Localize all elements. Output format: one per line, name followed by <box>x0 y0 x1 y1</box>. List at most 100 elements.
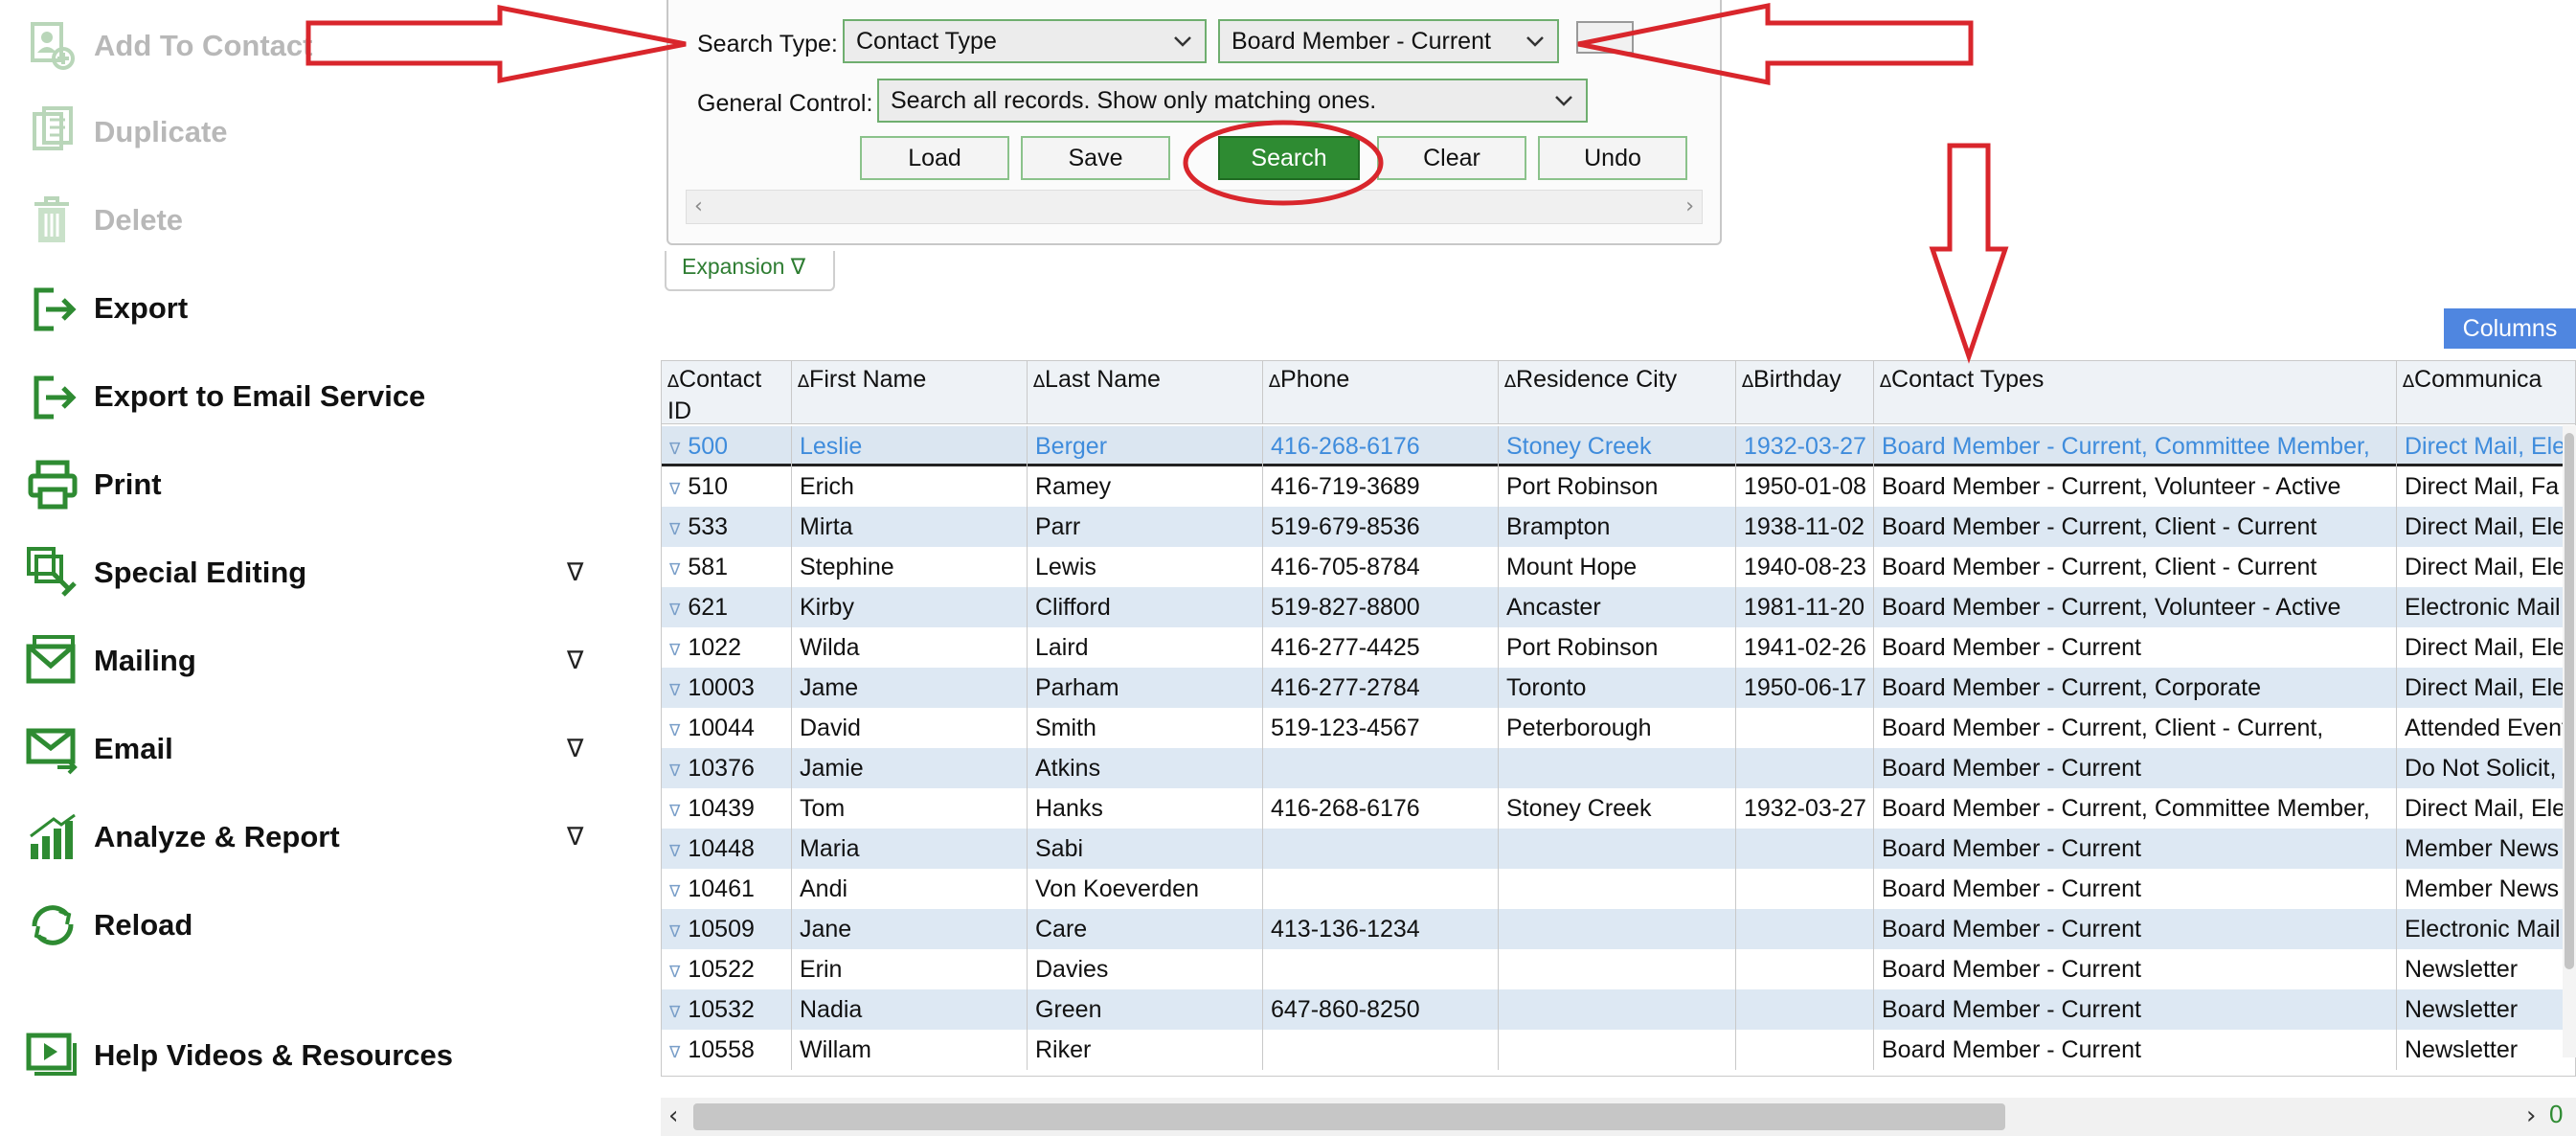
analyze-report-menu[interactable]: Analyze & Report ∇ <box>0 799 613 875</box>
cell-contact-types: Board Member - Current, Volunteer - Acti… <box>1874 587 2397 627</box>
scroll-thumb[interactable] <box>2565 433 2574 969</box>
search-type-select[interactable]: Contact Type <box>843 19 1207 63</box>
chevron-down-icon[interactable]: ∇ <box>567 735 583 763</box>
table-row[interactable]: ∇ 10448 Maria Sabi Board Member - Current Mem… <box>662 829 2575 869</box>
column-header-birthday[interactable]: ∆Birthday <box>1736 361 1874 424</box>
search-button[interactable]: Search <box>1218 136 1360 180</box>
scroll-left-icon[interactable]: ‹ <box>694 194 703 218</box>
column-header-contact-types[interactable]: ∆Contact Types <box>1874 361 2397 424</box>
sort-icon: ∆ <box>1269 372 1281 392</box>
cell-value: Board Member - Current, Committee Member… <box>1882 433 2370 460</box>
row-expand-icon[interactable]: ∇ <box>669 802 680 821</box>
table-row[interactable]: ∇ 581 Stephine Lewis 416-705-8784 Mount Hope 1… <box>662 547 2575 587</box>
expansion-toggle[interactable]: Expansion ∇ <box>665 251 835 291</box>
table-row[interactable]: ∇ 10044 David Smith 519-123-4567 Peterborough… <box>662 708 2575 748</box>
chevron-down-icon <box>1553 80 1574 121</box>
panel-scrollbar[interactable]: ‹ › <box>686 190 1703 224</box>
scroll-thumb[interactable] <box>693 1103 2005 1130</box>
add-to-contact-button[interactable]: Add To Contact <box>0 8 613 84</box>
scroll-left-icon[interactable]: ‹ <box>668 1102 678 1130</box>
cell-last-name: Ramey <box>1028 466 1263 507</box>
column-header-residence-city[interactable]: ∆Residence City <box>1499 361 1736 424</box>
cell-contact-types: Board Member - Current, Client - Current <box>1874 547 2397 587</box>
help-videos-button[interactable]: Help Videos & Resources <box>0 1017 613 1094</box>
table-row[interactable]: ∇ 510 Erich Ramey 416-719-3689 Port Robinson 1… <box>662 466 2575 507</box>
vertical-scrollbar[interactable] <box>2563 425 2576 1057</box>
row-expand-icon[interactable]: ∇ <box>669 440 680 459</box>
cell-value: 10558 <box>688 1036 755 1063</box>
horizontal-scrollbar[interactable]: ‹ › 0 <box>661 1098 2576 1136</box>
cell-value: Direct Mail, Ele <box>2405 795 2566 822</box>
special-editing-menu[interactable]: Special Editing ∇ <box>0 534 613 611</box>
reload-button[interactable]: Reload <box>0 887 613 964</box>
row-expand-icon[interactable]: ∇ <box>669 560 680 579</box>
cell-birthday <box>1736 708 1874 748</box>
duplicate-button[interactable]: Duplicate <box>0 94 613 170</box>
row-expand-icon[interactable]: ∇ <box>669 1003 680 1022</box>
scroll-right-icon[interactable]: › <box>1685 194 1694 218</box>
table-row[interactable]: ∇ 10439 Tom Hanks 416-268-6176 Stoney Creek 19… <box>662 788 2575 829</box>
table-row[interactable]: ∇ 10558 Willam Riker Board Member - Current N… <box>662 1030 2575 1070</box>
table-row[interactable]: ∇ 10376 Jamie Atkins Board Member - Current D… <box>662 748 2575 788</box>
export-to-email-service-button[interactable]: Export to Email Service <box>0 358 613 435</box>
cell-communication: Member News <box>2397 829 2575 869</box>
row-expand-icon[interactable]: ∇ <box>669 842 680 861</box>
column-header-first-name[interactable]: ∆First Name <box>792 361 1028 424</box>
cell-value: 1932-03-27 <box>1744 795 1866 822</box>
scroll-right-icon[interactable]: › <box>2526 1102 2536 1130</box>
table-row[interactable]: ∇ 10461 Andi Von Koeverden Board Member - Cu… <box>662 869 2575 909</box>
row-expand-icon[interactable]: ∇ <box>669 480 680 499</box>
chevron-down-icon[interactable]: ∇ <box>567 647 583 675</box>
delete-button[interactable]: Delete <box>0 182 613 259</box>
table-row[interactable]: ∇ 10003 Jame Parham 416-277-2784 Toronto 1950-… <box>662 668 2575 708</box>
load-button[interactable]: Load <box>860 136 1009 180</box>
chevron-down-icon[interactable]: ∇ <box>567 558 583 587</box>
cell-value: 1938-11-02 <box>1744 513 1865 540</box>
cell-birthday <box>1736 1030 1874 1070</box>
row-expand-icon[interactable]: ∇ <box>669 1043 680 1062</box>
table-row[interactable]: ∇ 10522 Erin Davies Board Member - Current Ne… <box>662 949 2575 989</box>
cell-value: Ancaster <box>1506 594 1601 621</box>
cell-last-name: Lewis <box>1028 547 1263 587</box>
row-expand-icon[interactable]: ∇ <box>669 641 680 660</box>
trash-icon <box>25 193 80 248</box>
cell-residence-city <box>1499 869 1736 909</box>
column-header-phone[interactable]: ∆Phone <box>1263 361 1499 424</box>
row-expand-icon[interactable]: ∇ <box>669 681 680 700</box>
row-expand-icon[interactable]: ∇ <box>669 963 680 982</box>
row-expand-icon[interactable]: ∇ <box>669 601 680 620</box>
export-button[interactable]: Export <box>0 270 613 347</box>
add-criteria-button[interactable] <box>1576 21 1634 54</box>
column-header-communication[interactable]: ∆Communica <box>2397 361 2575 424</box>
cell-phone: 416-719-3689 <box>1263 466 1499 507</box>
cell-birthday <box>1736 909 1874 949</box>
cell-first-name: Wilda <box>792 627 1028 668</box>
column-header-last-name[interactable]: ∆Last Name <box>1028 361 1263 424</box>
undo-button[interactable]: Undo <box>1538 136 1687 180</box>
columns-button[interactable]: Columns <box>2444 308 2576 349</box>
row-expand-icon[interactable]: ∇ <box>669 922 680 942</box>
search-criteria-select[interactable]: Board Member - Current <box>1218 19 1559 63</box>
mailing-menu[interactable]: Mailing ∇ <box>0 623 613 699</box>
email-menu[interactable]: Email ∇ <box>0 711 613 787</box>
column-header-contact-id[interactable]: ∆Contact ID <box>662 361 792 424</box>
table-row[interactable]: ∇ 10532 Nadia Green 647-860-8250 Board Member… <box>662 989 2575 1030</box>
cell-contact-types: Board Member - Current, Committee Member… <box>1874 426 2397 466</box>
chevron-down-icon[interactable]: ∇ <box>567 823 583 852</box>
general-control-select[interactable]: Search all records. Show only matching o… <box>877 79 1588 123</box>
table-row[interactable]: ∇ 500 Leslie Berger 416-268-6176 Stoney Creek… <box>662 426 2575 466</box>
save-button[interactable]: Save <box>1021 136 1170 180</box>
print-button[interactable]: Print <box>0 446 613 523</box>
table-row[interactable]: ∇ 621 Kirby Clifford 519-827-8800 Ancaster 198… <box>662 587 2575 627</box>
table-row[interactable]: ∇ 533 Mirta Parr 519-679-8536 Brampton 1938-11… <box>662 507 2575 547</box>
cell-value: Stoney Creek <box>1506 795 1652 822</box>
clear-button[interactable]: Clear <box>1377 136 1526 180</box>
row-expand-icon[interactable]: ∇ <box>669 520 680 539</box>
cell-value: 519-123-4567 <box>1271 715 1420 741</box>
row-expand-icon[interactable]: ∇ <box>669 761 680 781</box>
row-expand-icon[interactable]: ∇ <box>669 882 680 901</box>
table-row[interactable]: ∇ 10509 Jane Care 413-136-1234 Board Member -… <box>662 909 2575 949</box>
row-expand-icon[interactable]: ∇ <box>669 721 680 740</box>
search-panel: Search Type: Contact Type Board Member -… <box>667 0 1722 245</box>
table-row[interactable]: ∇ 1022 Wilda Laird 416-277-4425 Port Robinson… <box>662 627 2575 668</box>
